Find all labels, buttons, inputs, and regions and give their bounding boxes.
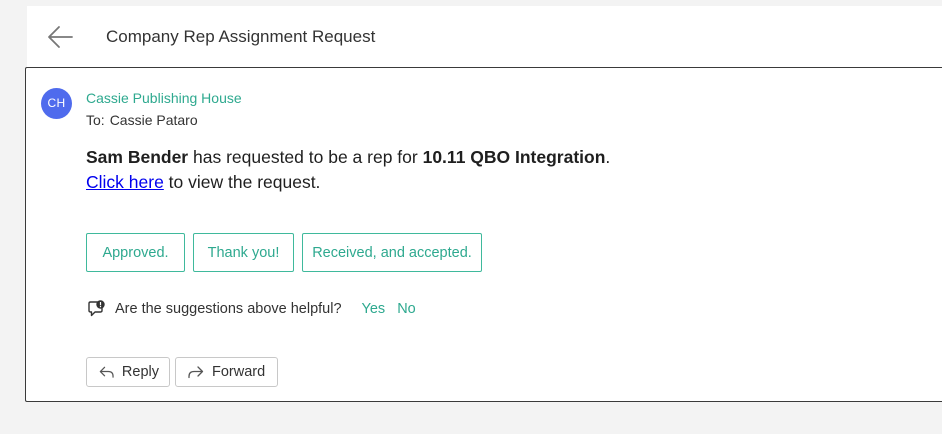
message-punctuation: . bbox=[605, 147, 611, 167]
feedback-no-button[interactable]: No bbox=[397, 301, 416, 317]
project-name: 10.11 QBO Integration bbox=[422, 147, 606, 167]
recipient-line: To: Cassie Pataro bbox=[86, 112, 198, 128]
header-bar: Company Rep Assignment Request bbox=[27, 6, 942, 67]
view-request-link[interactable]: Click here bbox=[86, 172, 164, 192]
suggestion-feedback: Are the suggestions above helpful? Yes N… bbox=[86, 299, 416, 319]
message-link-text: to view the request. bbox=[163, 172, 321, 192]
forward-icon bbox=[188, 366, 204, 379]
suggestion-thank-you-button[interactable]: Thank you! bbox=[193, 233, 294, 272]
suggestion-received-button[interactable]: Received, and accepted. bbox=[302, 233, 482, 272]
forward-label: Forward bbox=[212, 364, 266, 380]
to-label: To: bbox=[86, 112, 105, 128]
page-title: Company Rep Assignment Request bbox=[106, 27, 376, 46]
message-actions: Reply Forward bbox=[86, 357, 278, 387]
forward-button[interactable]: Forward bbox=[175, 357, 278, 387]
message-card: CH Cassie Publishing House To: Cassie Pat… bbox=[25, 67, 942, 402]
reply-icon bbox=[99, 366, 114, 378]
back-button[interactable] bbox=[45, 21, 77, 53]
message-body-line: Sam Bender has requested to be a rep for… bbox=[86, 147, 610, 168]
suggestion-approved-button[interactable]: Approved. bbox=[86, 233, 185, 272]
reply-label: Reply bbox=[121, 364, 159, 380]
message-text: has requested to be a rep for bbox=[188, 147, 423, 167]
feedback-icon bbox=[88, 300, 105, 317]
message-link-line: Click here to view the request. bbox=[86, 172, 320, 193]
reply-button[interactable]: Reply bbox=[86, 357, 170, 387]
requester-name: Sam Bender bbox=[86, 147, 189, 167]
recipient-name[interactable]: Cassie Pataro bbox=[110, 112, 198, 128]
avatar: CH bbox=[41, 88, 72, 119]
feedback-question: Are the suggestions above helpful? bbox=[115, 301, 342, 317]
sender-name[interactable]: Cassie Publishing House bbox=[86, 90, 242, 106]
suggested-replies: Approved. Thank you! Received, and accep… bbox=[86, 233, 482, 272]
feedback-yes-button[interactable]: Yes bbox=[362, 301, 386, 317]
back-arrow-icon bbox=[48, 26, 73, 48]
